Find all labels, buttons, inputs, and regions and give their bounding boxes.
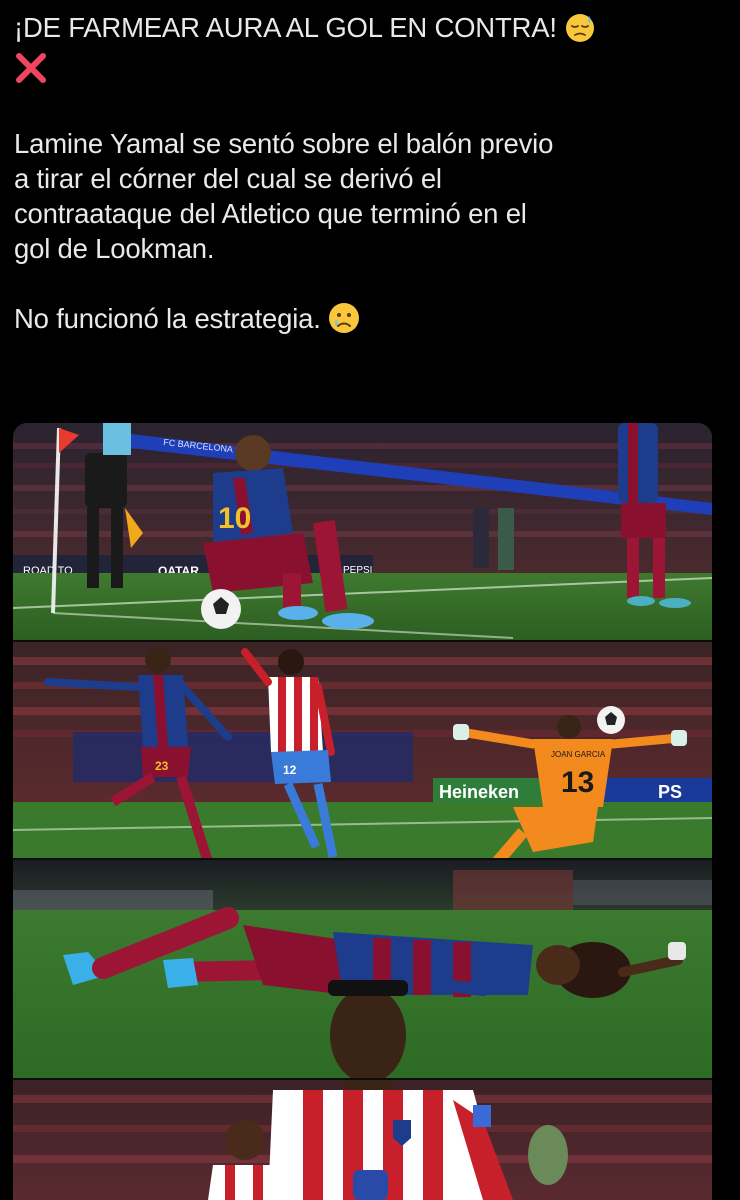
tweet-body-line: Lamine Yamal se sentó sobre el balón pre…: [14, 128, 554, 159]
photo-yamal-sitting-on-ball[interactable]: FC BARCELONA ROAD TO QATAR PEPSI 10: [13, 423, 712, 640]
tweet-closing-line: No funcionó la estrategia.: [14, 301, 726, 342]
tweet-body-line: a tirar el córner del cual se derivó el: [14, 163, 442, 194]
ad-ps: PS: [658, 782, 682, 802]
downcast-face-with-sweat-emoji-icon: [565, 13, 595, 51]
ad-heineken: Heineken: [439, 782, 519, 802]
tweet-body-line: gol de Lookman.: [14, 233, 215, 264]
keeper-number: 13: [561, 766, 594, 799]
tweet-headline: ¡DE FARMEAR AURA AL GOL EN CONTRA!: [14, 12, 557, 43]
defender-number: 23: [155, 759, 169, 773]
cross-mark-line: [14, 51, 726, 91]
photo-player-on-ground[interactable]: [13, 860, 712, 1078]
tweet-headline-line: ¡DE FARMEAR AURA AL GOL EN CONTRA!: [14, 10, 726, 51]
tweet-body-line: contraataque del Atletico que terminó en…: [14, 198, 527, 229]
jersey-number: 10: [218, 502, 251, 535]
crying-face-icon: [328, 302, 360, 342]
tweet-text: ¡DE FARMEAR AURA AL GOL EN CONTRA! Lamin…: [14, 10, 726, 342]
tweet-closing: No funcionó la estrategia.: [14, 303, 321, 334]
keeper-name: JOAN GARCIA: [551, 750, 606, 759]
photo-lookman-celebrating[interactable]: [13, 1080, 712, 1200]
attacker-number: 12: [283, 763, 297, 777]
cross-mark-icon: [14, 51, 48, 93]
tweet-media-grid[interactable]: FC BARCELONA ROAD TO QATAR PEPSI 10 Hein…: [13, 423, 712, 1200]
photo-goal-scored[interactable]: Heineken PS 23 12 JOAN GARCIA 13: [13, 642, 712, 858]
